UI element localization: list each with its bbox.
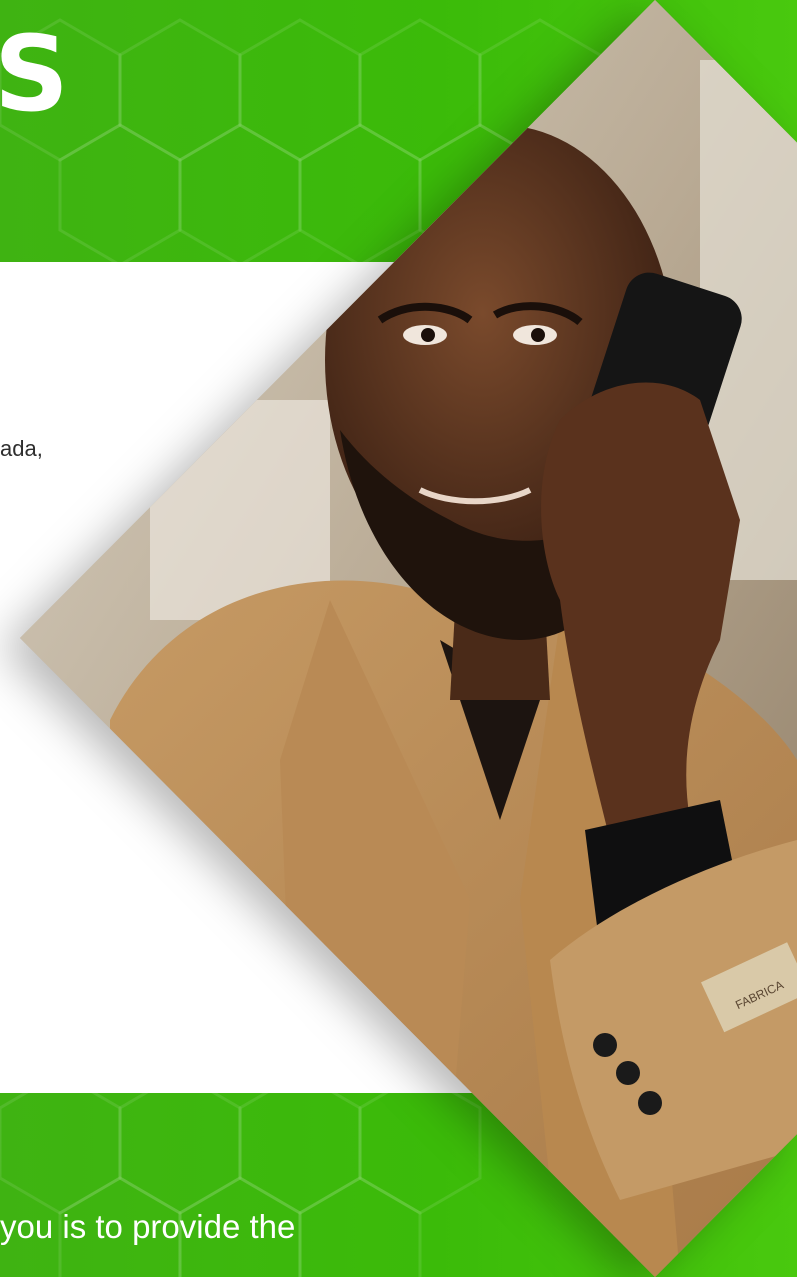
top-green-banner: [0, 0, 797, 262]
bottom-green-banner: [0, 1093, 797, 1277]
intro-text: ada,: [0, 436, 43, 461]
section-heading: S: [0, 13, 69, 135]
content-card: [0, 262, 560, 1093]
hexagon-pattern: [0, 1093, 482, 1277]
cuff-label: FABRICA: [733, 978, 785, 1012]
hexagon-pattern: [0, 18, 602, 262]
footer-tagline: you is to provide the: [0, 1208, 296, 1245]
